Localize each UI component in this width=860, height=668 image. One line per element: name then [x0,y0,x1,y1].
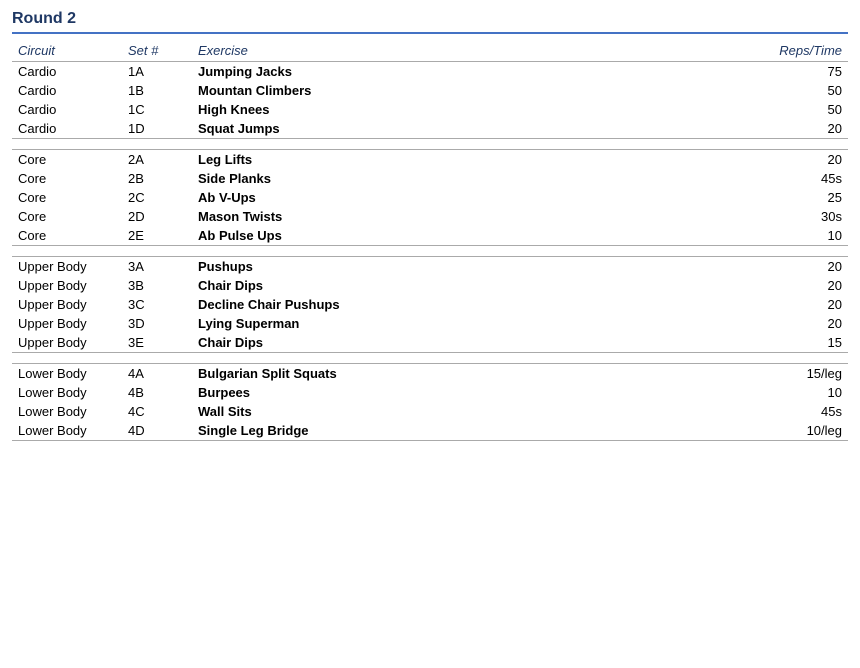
table-row: Core 2A Leg Lifts 20 [12,150,848,170]
circuit-cell: Core [12,188,122,207]
set-cell: 1A [122,62,192,82]
exercise-cell: Side Planks [192,169,622,188]
circuit-cell: Cardio [12,62,122,82]
set-cell: 1C [122,100,192,119]
exercise-cell: Pushups [192,257,622,277]
reps-cell: 75 [622,62,848,82]
reps-cell: 45s [622,402,848,421]
circuit-cell: Core [12,169,122,188]
header-circuit: Circuit [12,40,122,62]
table-row: Upper Body 3B Chair Dips 20 [12,276,848,295]
exercise-cell: Lying Superman [192,314,622,333]
reps-cell: 20 [622,150,848,170]
circuit-cell: Lower Body [12,383,122,402]
reps-cell: 10 [622,383,848,402]
circuit-cell: Upper Body [12,295,122,314]
reps-cell: 30s [622,207,848,226]
reps-cell: 45s [622,169,848,188]
circuit-cell: Upper Body [12,333,122,353]
header-reps: Reps/Time [622,40,848,62]
set-cell: 2D [122,207,192,226]
set-cell: 4A [122,364,192,384]
circuit-cell: Core [12,226,122,246]
set-cell: 2E [122,226,192,246]
set-cell: 1B [122,81,192,100]
set-cell: 3D [122,314,192,333]
table-row: Core 2D Mason Twists 30s [12,207,848,226]
reps-cell: 10/leg [622,421,848,441]
circuit-cell: Upper Body [12,276,122,295]
circuit-cell: Core [12,207,122,226]
table-row: Cardio 1C High Knees 50 [12,100,848,119]
table-row: Lower Body 4A Bulgarian Split Squats 15/… [12,364,848,384]
circuit-cell: Cardio [12,81,122,100]
page-title: Round 2 [12,10,848,34]
exercise-cell: Decline Chair Pushups [192,295,622,314]
exercise-cell: Single Leg Bridge [192,421,622,441]
circuit-cell: Lower Body [12,364,122,384]
set-cell: 4C [122,402,192,421]
set-cell: 3A [122,257,192,277]
exercise-cell: Mason Twists [192,207,622,226]
table-row: Cardio 1B Mountan Climbers 50 [12,81,848,100]
reps-cell: 15/leg [622,364,848,384]
table-row: Lower Body 4D Single Leg Bridge 10/leg [12,421,848,441]
set-cell: 2C [122,188,192,207]
set-cell: 4B [122,383,192,402]
exercise-cell: High Knees [192,100,622,119]
set-cell: 2B [122,169,192,188]
header-set: Set # [122,40,192,62]
exercise-cell: Chair Dips [192,333,622,353]
exercise-cell: Mountan Climbers [192,81,622,100]
exercise-cell: Burpees [192,383,622,402]
table-header: Circuit Set # Exercise Reps/Time [12,40,848,62]
table-row: Cardio 1A Jumping Jacks 75 [12,62,848,82]
table-row: Cardio 1D Squat Jumps 20 [12,119,848,139]
circuit-cell: Lower Body [12,402,122,421]
reps-cell: 25 [622,188,848,207]
reps-cell: 50 [622,100,848,119]
circuit-cell: Cardio [12,100,122,119]
exercise-cell: Leg Lifts [192,150,622,170]
table-row: Core 2E Ab Pulse Ups 10 [12,226,848,246]
set-cell: 3C [122,295,192,314]
header-exercise: Exercise [192,40,622,62]
reps-cell: 20 [622,295,848,314]
workout-table: Circuit Set # Exercise Reps/Time Cardio … [12,40,848,441]
circuit-cell: Upper Body [12,257,122,277]
reps-cell: 50 [622,81,848,100]
exercise-cell: Ab Pulse Ups [192,226,622,246]
exercise-cell: Jumping Jacks [192,62,622,82]
table-row: Core 2B Side Planks 45s [12,169,848,188]
set-cell: 2A [122,150,192,170]
reps-cell: 10 [622,226,848,246]
reps-cell: 20 [622,314,848,333]
table-row: Upper Body 3E Chair Dips 15 [12,333,848,353]
exercise-cell: Wall Sits [192,402,622,421]
table-row: Upper Body 3D Lying Superman 20 [12,314,848,333]
exercise-cell: Ab V-Ups [192,188,622,207]
set-cell: 3B [122,276,192,295]
circuit-cell: Core [12,150,122,170]
table-row: Lower Body 4B Burpees 10 [12,383,848,402]
exercise-cell: Bulgarian Split Squats [192,364,622,384]
set-cell: 4D [122,421,192,441]
exercise-cell: Chair Dips [192,276,622,295]
reps-cell: 15 [622,333,848,353]
circuit-cell: Lower Body [12,421,122,441]
table-row: Core 2C Ab V-Ups 25 [12,188,848,207]
table-row: Upper Body 3A Pushups 20 [12,257,848,277]
table-row: Upper Body 3C Decline Chair Pushups 20 [12,295,848,314]
reps-cell: 20 [622,276,848,295]
table-row: Lower Body 4C Wall Sits 45s [12,402,848,421]
reps-cell: 20 [622,119,848,139]
set-cell: 1D [122,119,192,139]
circuit-cell: Cardio [12,119,122,139]
circuit-cell: Upper Body [12,314,122,333]
reps-cell: 20 [622,257,848,277]
exercise-cell: Squat Jumps [192,119,622,139]
set-cell: 3E [122,333,192,353]
